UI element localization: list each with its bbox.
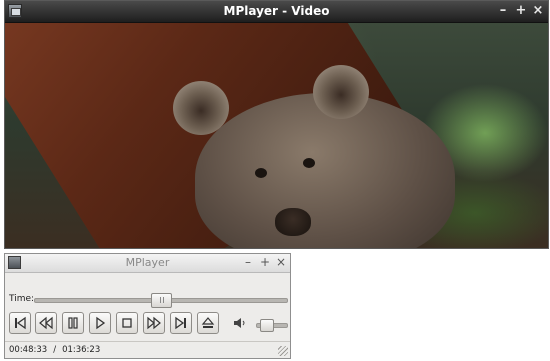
play-icon <box>96 316 106 330</box>
video-titlebar[interactable]: MPlayer - Video – + × <box>5 1 548 23</box>
fast-forward-icon <box>147 316 161 330</box>
volume-slider[interactable] <box>256 319 288 332</box>
skip-to-start-icon <box>15 316 26 330</box>
control-window: MPlayer – + × Time: 00:48:33 / 01:36:23 <box>4 253 291 359</box>
rewind-button[interactable] <box>35 312 57 334</box>
rewind-icon <box>39 316 53 330</box>
video-frame-bear-eye-left <box>255 168 267 178</box>
stop-button[interactable] <box>116 312 138 334</box>
minimize-icon[interactable]: – <box>242 255 254 270</box>
seek-slider[interactable] <box>34 293 288 308</box>
stop-icon <box>122 318 132 328</box>
video-display[interactable] <box>5 23 548 248</box>
volume-icon[interactable] <box>233 317 247 329</box>
skip-to-end-icon <box>175 316 186 330</box>
fast-forward-button[interactable] <box>143 312 165 334</box>
video-frame-bear-ear-right <box>313 65 369 119</box>
video-frame-bear-nose <box>275 208 311 236</box>
volume-slider-handle[interactable] <box>260 319 274 332</box>
video-frame-bear-cub <box>195 93 455 248</box>
eject-icon <box>201 317 215 328</box>
eject-button[interactable] <box>197 312 219 334</box>
time-label: Time: <box>9 294 35 304</box>
control-titlebar[interactable]: MPlayer – + × <box>5 254 290 273</box>
seek-slider-handle[interactable] <box>151 293 172 308</box>
play-button[interactable] <box>89 312 111 334</box>
minimize-icon[interactable]: – <box>496 3 510 19</box>
close-icon[interactable]: × <box>275 255 287 270</box>
video-frame-bear-ear-left <box>173 81 229 135</box>
video-window-title: MPlayer - Video <box>223 4 330 18</box>
pause-icon <box>68 317 78 329</box>
maximize-icon[interactable]: + <box>259 255 271 270</box>
video-frame-bear-eye-right <box>303 158 315 168</box>
total-time: 01:36:23 <box>62 345 101 355</box>
video-window: MPlayer - Video – + × <box>4 0 549 249</box>
maximize-icon[interactable]: + <box>514 3 528 19</box>
pause-button[interactable] <box>62 312 84 334</box>
resize-grip-icon[interactable] <box>278 346 288 356</box>
skip-forward-button[interactable] <box>170 312 192 334</box>
close-icon[interactable]: × <box>531 3 545 19</box>
skip-back-button[interactable] <box>9 312 31 334</box>
elapsed-time: 00:48:33 <box>9 345 48 355</box>
time-separator: / <box>53 345 57 355</box>
status-bar: 00:48:33 / 01:36:23 <box>5 341 290 358</box>
